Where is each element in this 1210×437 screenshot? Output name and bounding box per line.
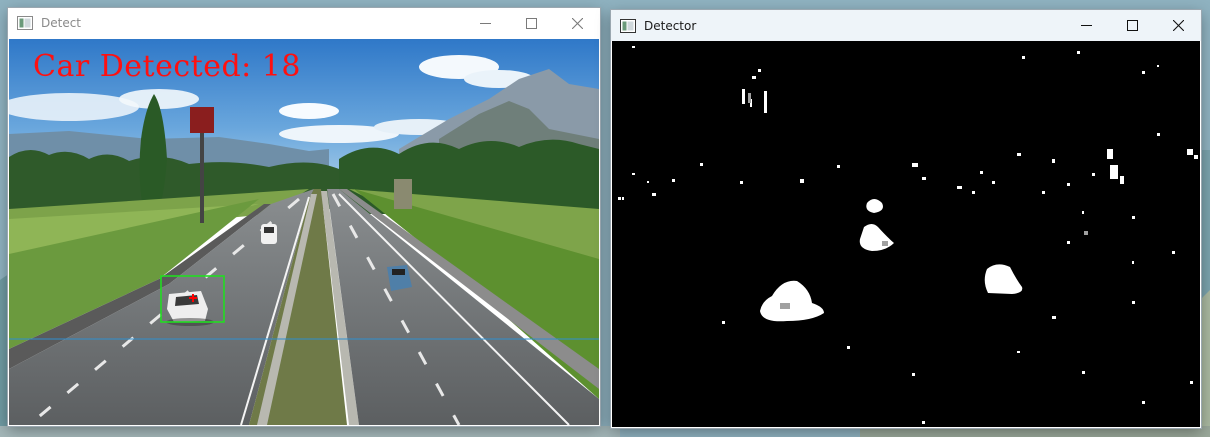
app-icon xyxy=(620,18,636,33)
close-button[interactable] xyxy=(1155,11,1201,41)
detect-window: Detect Car Detected: 18 xyxy=(8,8,600,426)
highway-scene xyxy=(9,39,599,425)
minimize-button[interactable] xyxy=(1063,11,1109,41)
mask-image xyxy=(612,41,1200,427)
video-frame: Car Detected: 18 xyxy=(9,39,599,425)
minimize-icon xyxy=(1080,25,1092,26)
close-button[interactable] xyxy=(554,8,600,38)
detector-window-titlebar[interactable]: Detector xyxy=(611,10,1201,41)
window-title: Detect xyxy=(41,16,82,30)
maximize-icon xyxy=(525,17,537,29)
close-icon xyxy=(1172,20,1184,31)
maximize-button[interactable] xyxy=(1109,11,1155,41)
foreground-mask xyxy=(612,41,1200,427)
maximize-button[interactable] xyxy=(508,8,554,38)
detect-window-titlebar[interactable]: Detect xyxy=(8,8,600,38)
minimize-button[interactable] xyxy=(462,8,508,38)
close-icon xyxy=(571,17,583,29)
minimize-icon xyxy=(479,22,491,24)
app-icon xyxy=(17,16,33,30)
maximize-icon xyxy=(1126,20,1138,31)
window-title: Detector xyxy=(644,18,697,33)
detector-window: Detector xyxy=(611,10,1201,428)
car-count-label: Car Detected: 18 xyxy=(33,49,301,84)
